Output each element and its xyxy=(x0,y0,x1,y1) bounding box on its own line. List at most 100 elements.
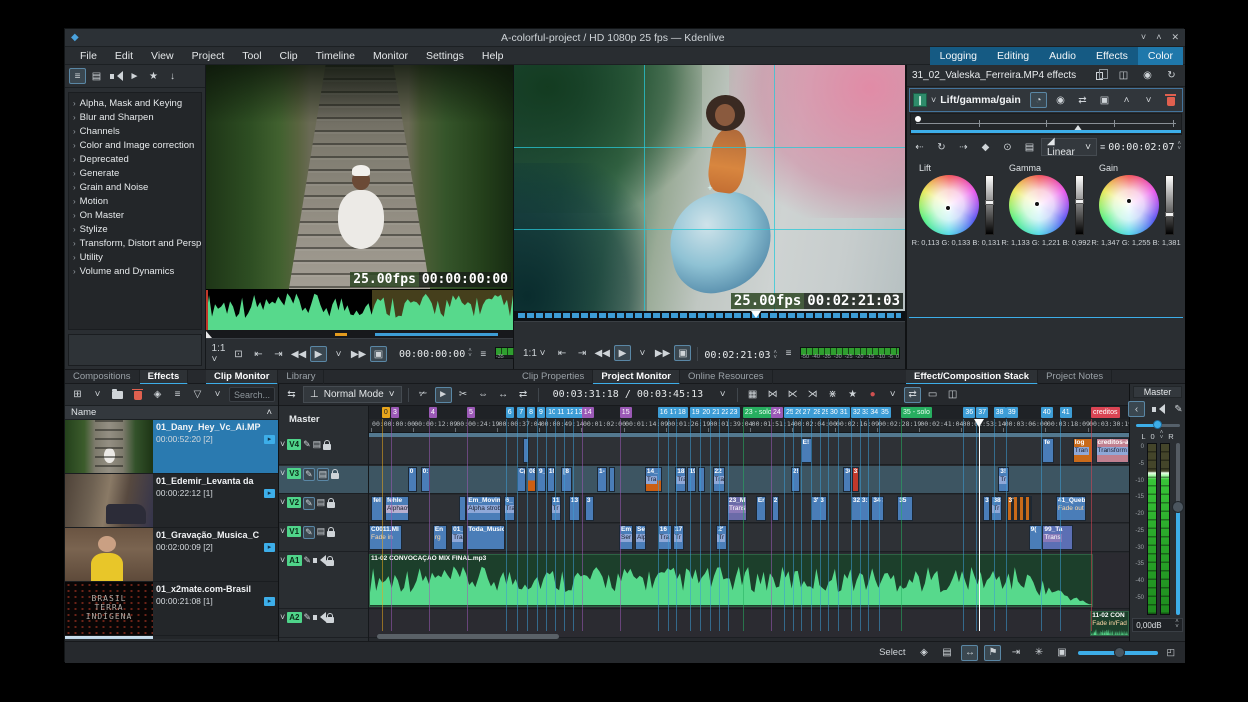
timeline-clip[interactable]: 9( xyxy=(1029,525,1042,550)
edit-mode-select[interactable]: ⊥Normal Mode˅ xyxy=(303,386,402,403)
timeline-clip[interactable]: 11Tr xyxy=(551,496,561,521)
extract-zone-icon[interactable]: ⋊ xyxy=(804,387,821,403)
workspace-tab-color[interactable]: Color xyxy=(1138,47,1183,65)
guide-marker[interactable]: 0 xyxy=(382,407,390,418)
menu-view[interactable]: View xyxy=(142,48,183,64)
track-v4[interactable]: E!felogTrancreditos-anTransform xyxy=(369,437,1129,465)
audio-effects-icon[interactable] xyxy=(107,68,124,84)
snap-icon[interactable]: ✳ xyxy=(1030,645,1047,661)
bin-clip-item[interactable]: 01_Gravação_Musica_C00:02:00:09 [2]▸ xyxy=(65,528,278,582)
project-monitor-video[interactable]: + 25.00fps00:02:21:03 xyxy=(514,65,905,311)
guide-marker[interactable]: 6 xyxy=(506,407,514,418)
timeline-clip[interactable] xyxy=(523,438,530,463)
timeline-clip[interactable]: C( xyxy=(517,467,526,492)
collapse-track-chevron[interactable]: ˅ xyxy=(280,439,285,450)
zoom-level-select[interactable]: 1:1 ˅ xyxy=(210,346,227,362)
zoom-level-select[interactable]: 1:1 ˅ xyxy=(518,345,551,361)
copy-effect-icon[interactable] xyxy=(1091,68,1108,84)
kf-next-icon[interactable]: ⇢ xyxy=(955,139,972,155)
timeline-timecode-chevron[interactable]: ˅ xyxy=(714,387,731,403)
bin-clip-item[interactable]: 02_01_MST_Abertura_N xyxy=(65,636,278,639)
guide-marker[interactable]: 7 xyxy=(517,407,525,418)
wheel-value-slider[interactable] xyxy=(985,175,994,235)
balance-spinner[interactable]: ˄˅ xyxy=(1160,431,1164,441)
slip-tool[interactable]: ⇄ xyxy=(515,387,532,403)
timeline-clip[interactable]: Em_Ser xyxy=(619,525,633,550)
effect-category[interactable]: ›Channels xyxy=(69,124,201,138)
timeline-clip[interactable]: 99_TaTrans xyxy=(1042,525,1072,550)
clip-monitor-timecode-spinner[interactable]: ˄˅ xyxy=(468,349,472,359)
track-header-v1[interactable]: ˅V1✎▤ xyxy=(279,524,368,552)
guide-marker[interactable]: 18 xyxy=(676,407,688,418)
effect-category[interactable]: ›Transform, Distort and Perspective xyxy=(69,236,201,250)
play-options-chevron[interactable]: ˅ xyxy=(634,345,651,361)
timeline-clip[interactable]: fel xyxy=(371,496,384,521)
timeline-clip[interactable]: 14_Tra xyxy=(645,467,662,492)
timeline-ruler[interactable]: 00:00:00:0000:00:12:0900:00:24:1900:00:3… xyxy=(369,419,1129,433)
clip-monitor-zone-bar[interactable] xyxy=(206,331,513,338)
collapse-track-chevron[interactable]: ˅ xyxy=(280,526,285,537)
show-effect-icon[interactable]: ◉ xyxy=(1139,68,1156,84)
zone-mode-icon[interactable]: ▣ xyxy=(674,345,691,361)
project-monitor-clip-strip[interactable] xyxy=(514,311,905,321)
effect-visibility-icon[interactable]: ◉ xyxy=(1052,92,1069,108)
move-effect-up-icon[interactable]: ˄ xyxy=(1118,92,1135,108)
insert-mode-icon[interactable]: ⇥ xyxy=(1007,645,1024,661)
collapse-mixer-icon[interactable]: ‹ xyxy=(1128,401,1145,417)
timeline-clip[interactable]: 11-02 CONFade in/Fad xyxy=(1090,611,1129,636)
timeline-clip[interactable]: fe xyxy=(1042,438,1053,463)
split-audio-icon[interactable]: ◫ xyxy=(944,387,961,403)
slider-handle[interactable] xyxy=(1165,212,1174,217)
mix-clips-icon[interactable]: ⋈ xyxy=(764,387,781,403)
timeline-clip[interactable]: 1- xyxy=(597,467,607,492)
wheel-value-slider[interactable] xyxy=(1075,175,1084,235)
guide-marker[interactable]: 41 xyxy=(1060,407,1072,418)
wheel-cursor[interactable] xyxy=(1126,198,1132,204)
lock-track-icon[interactable] xyxy=(327,526,335,540)
switch-overlay-icon[interactable]: ⊡ xyxy=(230,346,247,362)
play-icon[interactable]: ▶ xyxy=(310,346,327,362)
forward-icon[interactable]: ▶▶ xyxy=(350,346,367,362)
favorite-effects-icon[interactable]: ★ xyxy=(844,387,861,403)
timeline-playhead-handle[interactable] xyxy=(974,419,984,432)
timeline-insert-icon[interactable]: ✎ xyxy=(303,468,315,481)
volume-slider[interactable] xyxy=(1173,443,1183,615)
collapse-track-chevron[interactable]: ˅ xyxy=(280,555,285,566)
clip-audio-thumbnail[interactable] xyxy=(206,289,513,330)
timeline-clip[interactable]: fehleAlphaove xyxy=(385,496,409,521)
zoom-fit-icon[interactable]: ◰ xyxy=(1166,647,1175,658)
bin-clip-item[interactable]: 01_Dany_Hey_Vc_Ai.MP00:00:52:20 [2]▸ xyxy=(65,420,278,474)
track-header-a2[interactable]: ˅A2✎ xyxy=(279,610,368,638)
menu-help[interactable]: Help xyxy=(473,48,513,64)
zone-in-icon[interactable]: ⇤ xyxy=(554,345,571,361)
dock-tab-project-monitor[interactable]: Project Monitor xyxy=(593,370,680,385)
guide-marker[interactable]: 3 xyxy=(391,407,399,418)
track-v3[interactable]: 00:C(089_10[81-14_Tra18Tra1922Tra2!3C313… xyxy=(369,466,1129,494)
guide-marker[interactable]: 35 xyxy=(879,407,891,418)
effect-category[interactable]: ›Volume and Dynamics xyxy=(69,264,201,278)
track-v1[interactable]: C0011.MIFade inEnrg01_TraToda_MusicaEm_S… xyxy=(369,524,1129,552)
timeline-clip[interactable]: logTran xyxy=(1073,438,1093,463)
track-header-a1[interactable]: ˅A1✎ xyxy=(279,553,368,609)
record-icon[interactable]: ● xyxy=(864,387,881,403)
tag-icon[interactable]: ◈ xyxy=(915,645,932,661)
menu-file[interactable]: File xyxy=(71,48,106,64)
zone-in-icon[interactable]: ⇤ xyxy=(250,346,267,362)
effect-category[interactable]: ›Utility xyxy=(69,250,201,264)
collapse-track-chevron[interactable]: ˅ xyxy=(280,468,285,479)
menu-clip[interactable]: Clip xyxy=(271,48,307,64)
titlebar[interactable]: ◆ A-colorful-project / HD 1080p 25 fps —… xyxy=(65,29,1185,47)
timeline-clip[interactable]: C0011.MIFade in xyxy=(369,525,402,550)
dock-tab-online-resources[interactable]: Online Resources xyxy=(680,370,773,385)
timeline-clip[interactable]: 35 xyxy=(897,496,913,521)
keyframe-timecode[interactable]: 00:00:02:07 xyxy=(1108,142,1174,153)
fit-zoom-icon[interactable]: ▣ xyxy=(1053,645,1070,661)
menu-monitor[interactable]: Monitor xyxy=(364,48,417,64)
color-wheel[interactable] xyxy=(919,175,979,235)
dock-tab-library[interactable]: Library xyxy=(278,370,324,385)
guide-marker[interactable]: 15 xyxy=(620,407,632,418)
slider-handle[interactable] xyxy=(985,200,994,205)
dock-tab-effects[interactable]: Effects xyxy=(140,370,189,385)
timeline-clip[interactable]: 38Tr xyxy=(991,496,1002,521)
lock-track-icon[interactable] xyxy=(323,439,331,453)
